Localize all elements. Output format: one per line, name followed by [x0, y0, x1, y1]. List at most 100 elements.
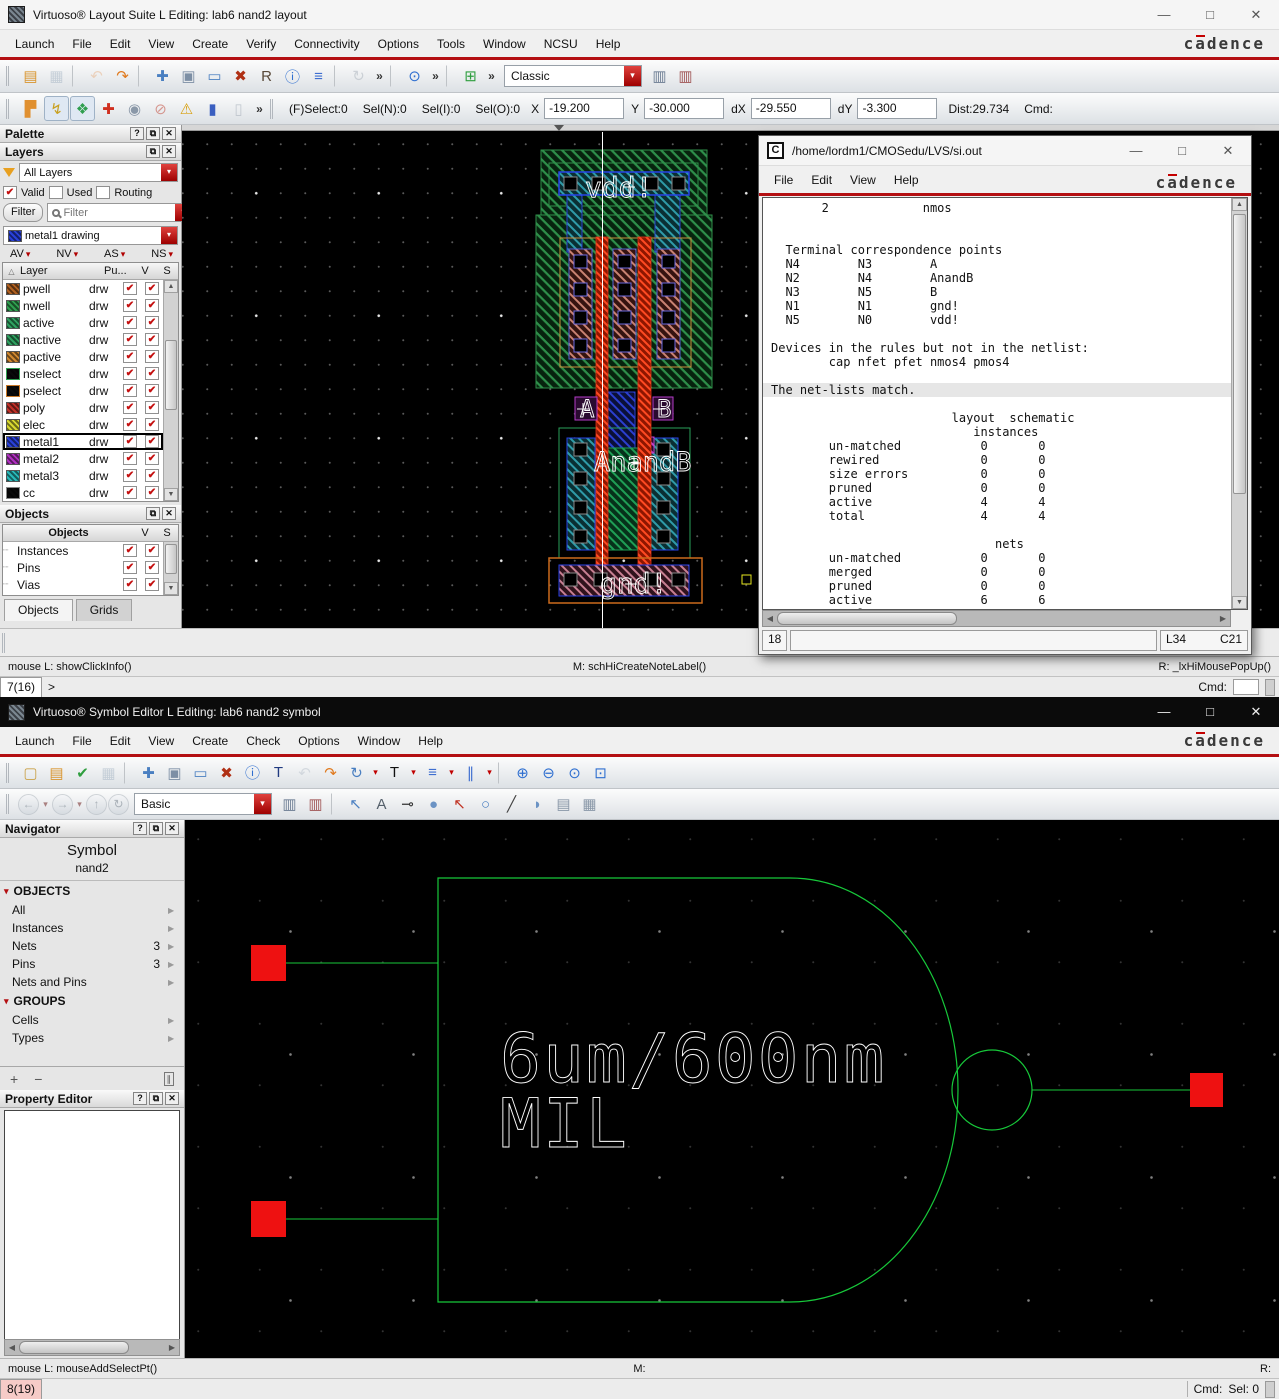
- menu-item[interactable]: Create: [183, 730, 237, 752]
- warning-icon[interactable]: ⚠: [174, 96, 199, 121]
- object-row[interactable]: ┈ Pins ✔ ✔: [3, 559, 163, 576]
- up-icon[interactable]: ↑: [86, 794, 107, 815]
- layer-visible-checkbox[interactable]: ✔: [123, 486, 137, 499]
- metal1-strap[interactable]: [567, 195, 582, 252]
- valid-checkbox[interactable]: ✔: [3, 186, 17, 199]
- zoom-out-icon[interactable]: ⊖: [536, 760, 561, 785]
- column-visible[interactable]: V: [134, 527, 156, 539]
- menu-item[interactable]: Connectivity: [285, 33, 368, 55]
- layer-selectable-checkbox[interactable]: ✔: [145, 452, 159, 465]
- poly-gate-b[interactable]: [638, 237, 651, 595]
- column-purpose[interactable]: Pu...: [104, 265, 134, 277]
- note-shape-icon[interactable]: ▦: [577, 792, 602, 817]
- object-name[interactable]: Pins: [17, 561, 119, 575]
- history-counter[interactable]: 8(19): [0, 1379, 42, 1399]
- sort-icon[interactable]: △: [3, 267, 20, 276]
- menu-item[interactable]: Window: [474, 33, 535, 55]
- scrollbar-end[interactable]: [1265, 1381, 1275, 1398]
- menu-item[interactable]: View: [139, 730, 183, 752]
- layer-row[interactable]: pactive drw ✔ ✔: [3, 348, 163, 365]
- refresh-icon[interactable]: ↻: [346, 64, 371, 89]
- layer-selectable-checkbox[interactable]: ✔: [145, 350, 159, 363]
- object-row[interactable]: ┈ Vias ✔ ✔: [3, 576, 163, 593]
- layer-visible-checkbox[interactable]: ✔: [123, 367, 137, 380]
- partial-select-icon[interactable]: ▛: [18, 96, 43, 121]
- menu-item[interactable]: Launch: [6, 730, 63, 752]
- workspace-delete-icon[interactable]: ▥: [673, 64, 698, 89]
- layer-selectable-checkbox[interactable]: ✔: [145, 282, 159, 295]
- output-label[interactable]: AnandB: [594, 447, 692, 478]
- open-icon[interactable]: ▤: [18, 64, 43, 89]
- layer-name[interactable]: metal3: [23, 469, 89, 483]
- dock-button[interactable]: ⧉: [146, 145, 160, 158]
- dropdown-icon[interactable]: ▾: [408, 760, 419, 785]
- properties-icon[interactable]: ⓘ: [280, 64, 305, 89]
- toolbar-grip[interactable]: [2, 633, 9, 653]
- active-layer-combo[interactable]: metal1 drawing ▾: [3, 226, 178, 245]
- scroll-down-icon[interactable]: ▼: [164, 582, 178, 595]
- redo-icon[interactable]: ↷: [110, 64, 135, 89]
- overflow-chevron-icon[interactable]: »: [484, 64, 499, 89]
- layer-swatch[interactable]: [6, 368, 20, 380]
- layer-swatch[interactable]: [6, 470, 20, 482]
- layer-mode-button[interactable]: NS: [151, 248, 166, 260]
- help-button[interactable]: ?: [133, 1092, 147, 1105]
- pin-display-icon[interactable]: ▯: [226, 96, 251, 121]
- text-style-icon[interactable]: T: [382, 760, 407, 785]
- layer-swatch[interactable]: [6, 317, 20, 329]
- navigator-item-label[interactable]: All: [12, 903, 25, 917]
- layer-tap-icon[interactable]: ❖: [70, 96, 95, 121]
- expand-arrow-icon[interactable]: ▶: [168, 1034, 176, 1043]
- palette-tab[interactable]: Objects: [4, 599, 73, 621]
- navigator-item[interactable]: Types ▶: [0, 1029, 184, 1047]
- scroll-left-icon[interactable]: ◀: [763, 614, 777, 623]
- move-icon[interactable]: ✚: [150, 64, 175, 89]
- close-panel-button[interactable]: ✕: [165, 1092, 179, 1105]
- toolbar-grip[interactable]: [270, 99, 277, 119]
- overflow-chevron-icon[interactable]: »: [252, 96, 267, 121]
- dock-button[interactable]: ⧉: [146, 127, 160, 140]
- coordinate-field[interactable]: -19.200: [544, 98, 624, 119]
- scrollbar-end[interactable]: [1265, 679, 1275, 696]
- properties-icon[interactable]: ⓘ: [240, 760, 265, 785]
- pin-icon[interactable]: ⊸: [395, 792, 420, 817]
- menu-item[interactable]: File: [63, 33, 100, 55]
- layer-visible-checkbox[interactable]: ✔: [123, 401, 137, 414]
- solid-ellipse-icon[interactable]: ●: [421, 792, 446, 817]
- layer-swatch[interactable]: [6, 385, 20, 397]
- pane-toggle-button[interactable]: ∥: [164, 1072, 175, 1086]
- object-selectable-checkbox[interactable]: ✔: [145, 544, 159, 557]
- layer-swatch[interactable]: [6, 283, 20, 295]
- add-button[interactable]: +: [10, 1071, 18, 1087]
- copy-icon[interactable]: ▣: [176, 64, 201, 89]
- dropdown-icon[interactable]: ▾: [484, 760, 495, 785]
- save-icon[interactable]: ▦: [44, 64, 69, 89]
- layer-visible-checkbox[interactable]: ✔: [123, 435, 137, 448]
- expand-arrow-icon[interactable]: ▶: [168, 960, 176, 969]
- layer-name[interactable]: active: [23, 316, 89, 330]
- layer-row[interactable]: active drw ✔ ✔: [3, 314, 163, 331]
- layer-name[interactable]: elec: [23, 418, 89, 432]
- column-visible[interactable]: V: [134, 265, 156, 277]
- layer-mode-button[interactable]: AV: [10, 248, 24, 260]
- wire-snap-icon[interactable]: ↯: [44, 96, 69, 121]
- navigator-item[interactable]: Instances ▶: [0, 919, 184, 937]
- palette-tab[interactable]: Grids: [76, 599, 133, 621]
- dock-button[interactable]: ⧉: [149, 822, 163, 835]
- delete-icon[interactable]: ✖: [214, 760, 239, 785]
- scroll-left-icon[interactable]: ◀: [5, 1343, 19, 1352]
- menu-item[interactable]: View: [841, 169, 885, 191]
- close-button[interactable]: ✕: [1233, 697, 1279, 727]
- object-visible-checkbox[interactable]: ✔: [123, 561, 137, 574]
- remove-button[interactable]: −: [34, 1071, 42, 1087]
- close-panel-button[interactable]: ✕: [162, 145, 176, 158]
- workspace-save-icon[interactable]: ▥: [277, 792, 302, 817]
- maximize-button[interactable]: □: [1187, 697, 1233, 727]
- vdd-label[interactable]: vdd!: [585, 171, 652, 204]
- menu-item[interactable]: Edit: [802, 169, 841, 191]
- column-layer[interactable]: Layer: [20, 265, 104, 277]
- layer-visible-checkbox[interactable]: ✔: [123, 418, 137, 431]
- used-checkbox[interactable]: [49, 186, 63, 199]
- move-icon[interactable]: ✚: [136, 760, 161, 785]
- objects-scrollbar[interactable]: ▼: [163, 542, 178, 595]
